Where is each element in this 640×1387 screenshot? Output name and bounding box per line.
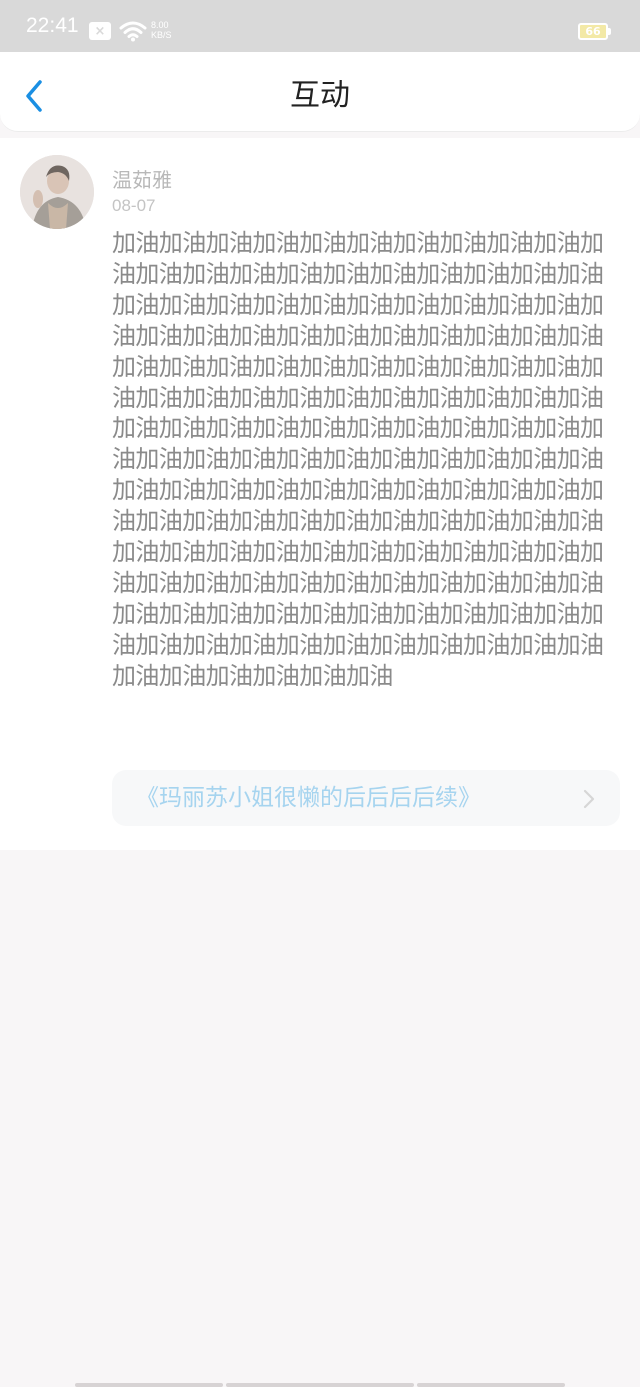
comment-text: 加油加油加油加油加油加油加油加油加油加油加油加油加油加油加油加油加油加油加油加油… xyxy=(112,229,604,690)
wifi-icon xyxy=(119,21,147,42)
comment-username[interactable]: 温茹雅 xyxy=(112,168,172,192)
notification-badge: × xyxy=(94,23,106,39)
battery-cap xyxy=(608,28,611,35)
page-title: 互动 xyxy=(290,78,350,113)
status-time: 22:41 xyxy=(26,14,79,37)
home-indicator-center xyxy=(226,1383,414,1387)
book-title: 《玛丽苏小姐很懒的后后后后续》 xyxy=(136,785,481,811)
network-speed-value: 8.00 xyxy=(151,20,169,30)
chevron-right-icon xyxy=(583,789,595,809)
battery-icon: 66 xyxy=(578,23,608,40)
home-indicator-right xyxy=(417,1383,565,1387)
notification-icon: × xyxy=(89,22,111,40)
status-bar: 22:41 × 8.00 KB/S 66 xyxy=(0,0,640,52)
network-speed: 8.00 KB/S xyxy=(151,20,179,40)
comment-card: 温茹雅 08-07 加油加油加油加油加油加油加油加油加油加油加油加油加油加油加油… xyxy=(0,138,640,850)
comment-date: 08-07 xyxy=(112,196,156,215)
home-indicator-left xyxy=(75,1383,223,1387)
network-speed-unit: KB/S xyxy=(151,30,172,40)
avatar[interactable] xyxy=(20,155,94,229)
book-link[interactable]: 《玛丽苏小姐很懒的后后后后续》 xyxy=(112,770,620,826)
avatar-image xyxy=(20,155,94,229)
navigation-header: 互动 xyxy=(0,52,640,132)
battery-level: 66 xyxy=(585,25,601,38)
